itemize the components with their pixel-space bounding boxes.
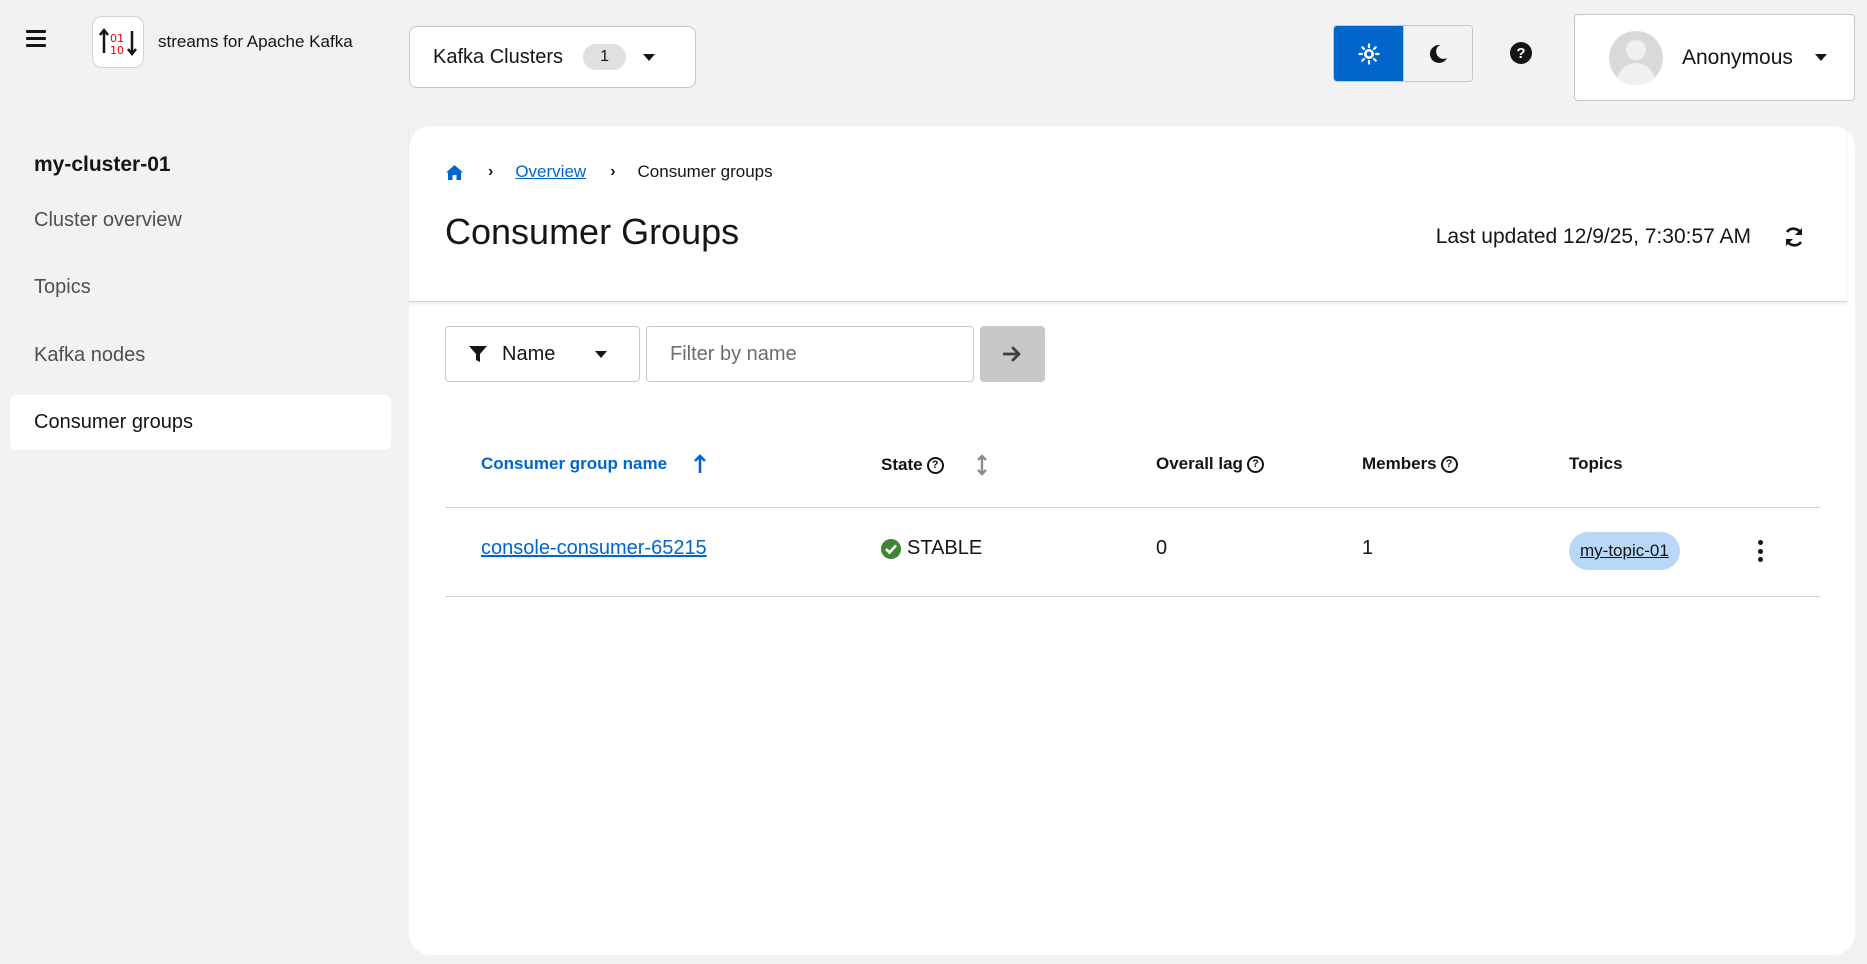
- svg-text:10: 10: [110, 44, 124, 57]
- column-header-members: Members ?: [1362, 454, 1458, 474]
- caret-down-icon: [1814, 54, 1827, 61]
- sidebar-item-kafka-nodes[interactable]: Kafka nodes: [10, 328, 391, 383]
- column-header-lag: Overall lag ?: [1156, 454, 1264, 474]
- chevron-right-icon: ›: [610, 163, 616, 180]
- last-updated-text: Last updated 12/9/25, 7:30:57 AM: [1435, 225, 1751, 248]
- brand-name: streams for Apache Kafka: [158, 32, 353, 51]
- column-header-state[interactable]: State ?: [881, 454, 988, 476]
- page-title: Consumer Groups: [445, 211, 740, 252]
- menu-toggle-button[interactable]: [26, 30, 46, 48]
- sort-ascending-icon: [694, 454, 707, 473]
- sun-icon: [1357, 42, 1380, 65]
- breadcrumb-overview-link[interactable]: Overview: [515, 162, 586, 182]
- row-actions-kebab-icon[interactable]: [1752, 536, 1768, 566]
- page-header: › Overview › Consumer groups Consumer Gr…: [409, 126, 1847, 302]
- help-icon[interactable]: ?: [1510, 42, 1532, 64]
- consumer-groups-table: Consumer group name State ? Overall lag …: [445, 416, 1820, 597]
- sort-icon: [976, 454, 987, 476]
- user-menu-toggle[interactable]: Anonymous: [1574, 14, 1855, 101]
- filter-icon: [469, 346, 487, 362]
- column-header-state-label: State: [881, 455, 923, 474]
- filter-by-name-input[interactable]: [646, 326, 974, 382]
- filter-submit-button[interactable]: [980, 326, 1045, 382]
- column-header-topics: Topics: [1569, 454, 1623, 474]
- column-header-lag-label: Overall lag: [1156, 454, 1243, 473]
- refresh-icon: [1785, 227, 1803, 247]
- question-circle-icon[interactable]: ?: [926, 456, 944, 474]
- sidebar-item-cluster-overview[interactable]: Cluster overview: [10, 193, 391, 248]
- sidebar-cluster-name: my-cluster-01: [34, 153, 171, 176]
- home-icon[interactable]: [445, 164, 464, 181]
- question-circle-icon[interactable]: ?: [1440, 455, 1458, 473]
- overall-lag-value: 0: [1156, 537, 1168, 559]
- chevron-right-icon: ›: [488, 163, 494, 180]
- members-value: 1: [1362, 537, 1374, 559]
- question-circle-icon[interactable]: ?: [1246, 455, 1264, 473]
- user-name: Anonymous: [1682, 45, 1793, 69]
- table-row: console-consumer-65215 STABLE 0 1 my-top…: [445, 508, 1820, 597]
- moon-icon: [1429, 44, 1447, 63]
- kafka-clusters-count-badge: 1: [583, 44, 626, 70]
- theme-toggle-group: [1333, 25, 1473, 82]
- kafka-clusters-label: Kafka Clusters: [433, 45, 564, 68]
- column-header-name[interactable]: Consumer group name: [481, 454, 707, 474]
- streams-logo-icon: 01 10: [99, 27, 137, 57]
- column-header-name-label: Consumer group name: [481, 454, 668, 473]
- kafka-clusters-selector[interactable]: Kafka Clusters 1: [409, 26, 696, 88]
- breadcrumb: › Overview › Consumer groups: [445, 162, 773, 182]
- refresh-button[interactable]: [1781, 224, 1807, 250]
- caret-down-icon: [642, 53, 655, 61]
- avatar: [1609, 30, 1663, 85]
- consumer-group-link[interactable]: console-consumer-65215: [481, 537, 707, 560]
- caret-down-icon: [595, 350, 608, 358]
- breadcrumb-current: Consumer groups: [637, 162, 773, 181]
- filter-attribute-label: Name: [502, 342, 556, 365]
- topic-chip-link[interactable]: my-topic-01: [1569, 532, 1680, 570]
- check-circle-icon: [881, 538, 901, 559]
- column-header-topics-label: Topics: [1569, 454, 1623, 473]
- column-header-members-label: Members: [1362, 454, 1437, 473]
- arrow-right-icon: [1002, 346, 1020, 362]
- app-logo: 01 10: [92, 16, 144, 68]
- light-theme-button[interactable]: [1334, 26, 1403, 81]
- sidebar-item-topics[interactable]: Topics: [10, 260, 391, 315]
- filter-attribute-select[interactable]: Name: [445, 326, 640, 382]
- sidebar-item-consumer-groups[interactable]: Consumer groups: [10, 395, 391, 450]
- main-panel: › Overview › Consumer groups Consumer Gr…: [409, 126, 1855, 955]
- state-value: STABLE: [907, 537, 983, 559]
- dark-theme-button[interactable]: [1403, 26, 1472, 81]
- table-header-row: Consumer group name State ? Overall lag …: [445, 416, 1820, 508]
